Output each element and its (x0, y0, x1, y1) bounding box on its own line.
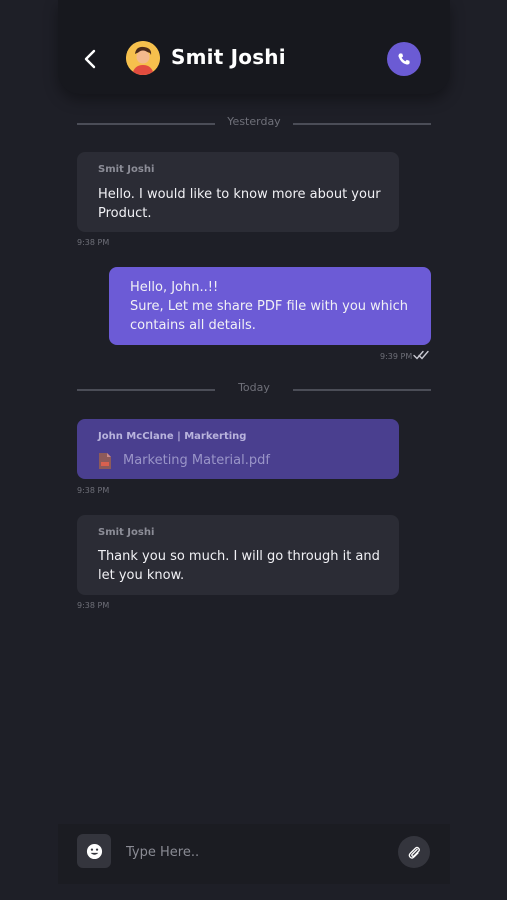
message-time: 9:39 PM (380, 352, 413, 361)
attach-button[interactable] (398, 836, 430, 868)
double-check-icon (413, 350, 429, 360)
file-name[interactable]: Marketing Material.pdf (123, 453, 270, 468)
message-bubble-incoming[interactable]: Smit Joshi Hello. I would like to know m… (77, 152, 399, 232)
paperclip-icon (408, 846, 420, 859)
contact-name: Smit Joshi (171, 45, 286, 69)
message-text: Hello, John..!! Sure, Let me share PDF f… (130, 280, 409, 333)
message-text: Hello. I would like to know more about y… (98, 187, 381, 221)
avatar[interactable] (126, 41, 160, 75)
message-time: 9:38 PM (77, 486, 110, 495)
message-input[interactable] (126, 840, 376, 864)
chat-header: Smit Joshi (58, 0, 450, 94)
back-button[interactable] (80, 46, 102, 72)
pdf-file-icon (99, 453, 111, 469)
date-divider-yesterday: Yesterday (77, 115, 431, 131)
message-bubble-incoming[interactable]: Smit Joshi Thank you so much. I will go … (77, 515, 399, 595)
emoji-button[interactable] (77, 834, 111, 868)
date-divider-today: Today (77, 381, 431, 397)
message-time: 9:38 PM (77, 601, 110, 610)
chevron-left-icon (84, 49, 96, 69)
chat-screen: Smit Joshi Yesterday Smit Joshi Hello. I… (0, 0, 507, 900)
phone-icon (398, 53, 410, 65)
message-time: 9:38 PM (77, 238, 110, 247)
call-button[interactable] (387, 42, 421, 76)
date-label: Today (238, 381, 270, 394)
message-sender: Smit Joshi (98, 164, 155, 175)
file-message-bubble[interactable]: John McClane | Markerting Marketing Mate… (77, 419, 399, 479)
message-sender: Smit Joshi (98, 527, 155, 538)
smiley-icon (86, 843, 102, 859)
message-text: Thank you so much. I will go through it … (98, 549, 380, 583)
message-bubble-outgoing[interactable]: Hello, John..!! Sure, Let me share PDF f… (109, 267, 431, 345)
date-label: Yesterday (227, 115, 281, 128)
message-sender: John McClane | Markerting (98, 431, 247, 442)
